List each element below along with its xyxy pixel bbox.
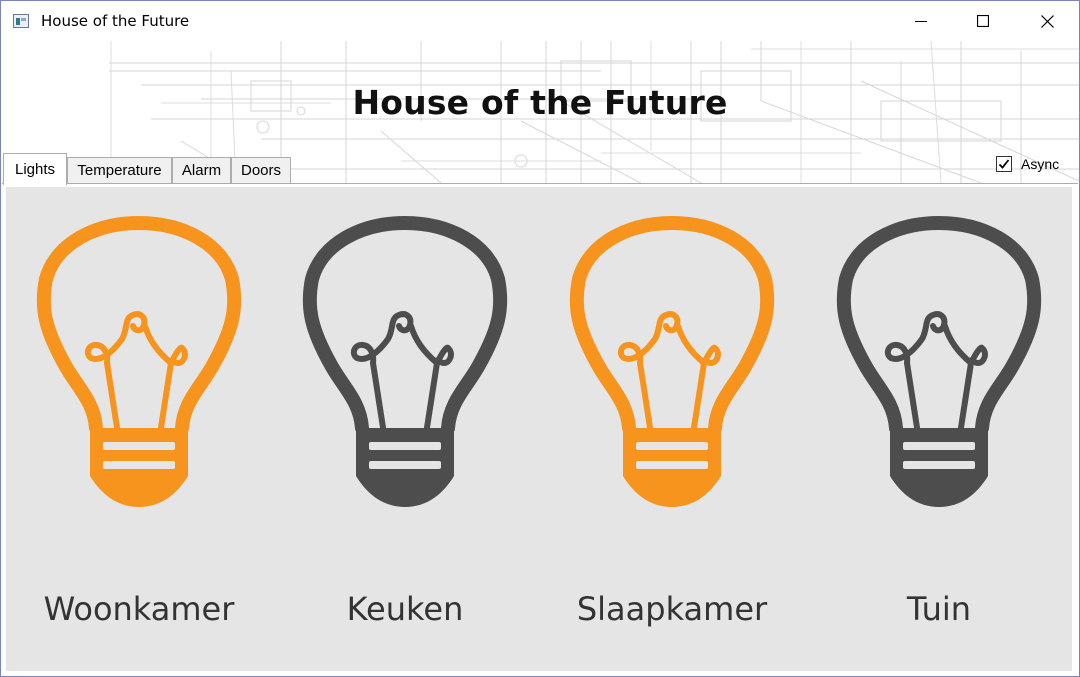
minimize-button[interactable] [889, 1, 953, 41]
window-title: House of the Future [41, 12, 190, 30]
lightbulb-icon [302, 216, 508, 507]
minimize-icon [915, 21, 927, 22]
close-icon [1040, 14, 1054, 28]
light-keuken[interactable]: Keuken [272, 187, 538, 671]
room-label: Keuken [346, 590, 464, 628]
tab-lights[interactable]: Lights [3, 153, 67, 185]
tab-doors[interactable]: Doors [231, 157, 291, 183]
room-label: Tuin [906, 590, 972, 628]
light-woonkamer[interactable]: Woonkamer [6, 187, 272, 671]
maximize-button[interactable] [951, 1, 1015, 41]
tab-alarm[interactable]: Alarm [172, 157, 231, 183]
checkmark-icon [998, 159, 1010, 169]
maximize-icon [977, 15, 989, 27]
async-toggle[interactable]: Async [996, 154, 1059, 174]
room-label: Slaapkamer [576, 590, 768, 628]
room-label: Woonkamer [43, 590, 235, 628]
async-label: Async [1021, 156, 1060, 172]
tab-temperature[interactable]: Temperature [67, 157, 172, 183]
light-tuin[interactable]: Tuin [806, 187, 1072, 671]
app-heading: House of the Future [352, 83, 728, 122]
light-bulb[interactable] [272, 215, 538, 525]
light-slaapkamer[interactable]: Slaapkamer [539, 187, 805, 671]
title-bar[interactable]: House of the Future [1, 1, 1079, 41]
async-checkbox[interactable] [996, 156, 1012, 172]
light-bulb[interactable] [806, 215, 1072, 525]
close-button[interactable] [1015, 1, 1079, 41]
lightbulb-icon [836, 216, 1042, 507]
lightbulb-icon [36, 216, 242, 507]
lights-panel: Woonkamer Keuken Slaapkamer Tuin [6, 187, 1072, 671]
light-bulb[interactable] [6, 215, 272, 525]
lightbulb-icon [569, 216, 775, 507]
light-bulb[interactable] [539, 215, 805, 525]
app-icon [13, 14, 29, 28]
